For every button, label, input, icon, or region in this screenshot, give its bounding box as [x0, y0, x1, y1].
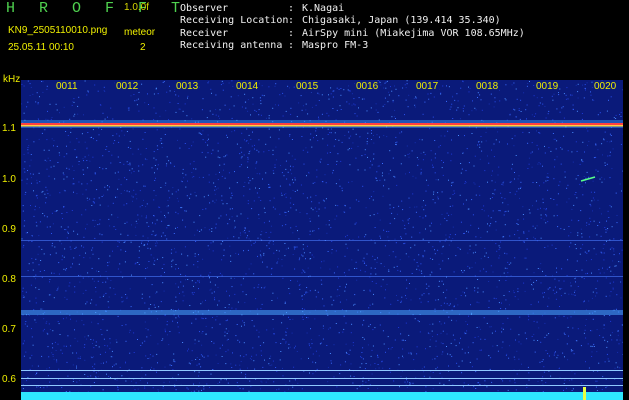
y-tick-label: 0.8 — [2, 274, 16, 285]
meta-row-receiver: Receiver: AirSpy mini (Miakejima VOR 108.… — [180, 28, 525, 40]
meta-value: Chigasaki, Japan (139.414 35.340) — [302, 15, 501, 27]
y-axis-unit: kHz — [3, 74, 21, 85]
band-0-81 — [21, 276, 623, 277]
header-bar: H R O F F T 1.0.0f KN9_2505110010.png me… — [0, 0, 629, 78]
band-line-1 — [21, 370, 623, 371]
version-label: 1.0.0f — [124, 2, 150, 13]
meta-row-antenna: Receiving antenna: Maspro FM-3 — [180, 40, 525, 52]
noise-spike — [583, 387, 586, 400]
time-tick-label: 0015 — [295, 81, 320, 92]
y-tick-label: 0.7 — [2, 324, 16, 335]
meteor-count: 2 — [140, 42, 146, 53]
meta-value: AirSpy mini (Miakejima VOR 108.65MHz) — [302, 27, 525, 39]
meta-label: Observer — [180, 3, 229, 14]
meta-colon: : — [288, 15, 295, 27]
band-0-88 — [21, 240, 623, 241]
band-line-2 — [21, 378, 623, 379]
meta-colon: : — [288, 3, 295, 14]
meteor-label: meteor — [124, 27, 156, 38]
band-line-3 — [21, 385, 623, 386]
meta-colon: : — [288, 27, 295, 39]
carrier-line — [21, 123, 623, 125]
time-tick-label: 0017 — [415, 81, 440, 92]
app-logo: H R O F F T — [6, 0, 188, 17]
spectrogram — [21, 80, 623, 400]
meta-label: Receiving Location — [180, 15, 289, 27]
meta-label: Receiver — [180, 27, 229, 39]
y-tick-label: 0.9 — [2, 224, 16, 235]
meta-row-location: Receiving Location: Chigasaki, Japan (139… — [180, 15, 525, 27]
y-tick-label: 0.6 — [2, 374, 16, 385]
meta-row-observer: Observer: K.Nagai — [180, 3, 525, 15]
noise-floor-band — [21, 392, 623, 400]
time-tick-label: 0020 — [593, 81, 618, 92]
station-info: Observer: K.Nagai Receiving Location: Chig… — [180, 3, 525, 52]
time-tick-label: 0014 — [235, 81, 260, 92]
y-tick-label: 1.1 — [2, 123, 16, 134]
time-tick-label: 0018 — [475, 81, 500, 92]
time-tick-label: 0013 — [175, 81, 200, 92]
time-tick-label: 0011 — [55, 81, 79, 92]
meta-label: Receiving antenna — [180, 39, 283, 51]
band-0-73 — [21, 310, 623, 315]
y-tick-label: 1.0 — [2, 174, 16, 185]
carrier-line-edge — [21, 125, 623, 127]
meta-value: K.Nagai — [302, 3, 345, 14]
time-tick-label: 0012 — [115, 81, 140, 92]
time-tick-label: 0019 — [535, 81, 560, 92]
spectrogram-canvas — [21, 80, 623, 400]
meta-value: Maspro FM-3 — [302, 39, 369, 51]
date-time: 25.05.11 00:10 — [8, 42, 74, 53]
file-name: KN9_2505110010.png — [8, 25, 108, 36]
time-tick-label: 0016 — [355, 81, 380, 92]
meta-colon: : — [288, 39, 295, 51]
